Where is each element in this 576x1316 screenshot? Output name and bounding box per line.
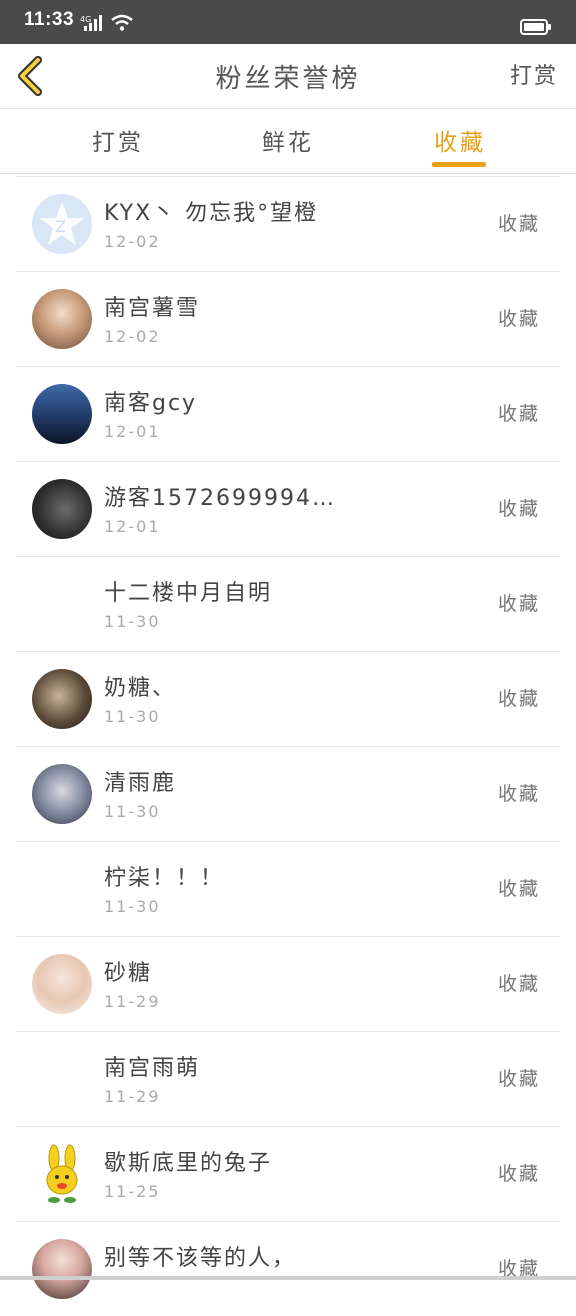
item-action: 收藏 <box>497 308 540 330</box>
user-name: 砂糖 <box>104 961 153 986</box>
list-item[interactable]: 南宫雨萌 11-29 收藏 <box>16 1032 560 1127</box>
item-action: 收藏 <box>497 593 540 615</box>
list-item[interactable]: 清雨鹿 11-30 收藏 <box>16 747 560 842</box>
user-name: 歇斯底里的兔子 <box>104 1151 273 1176</box>
page-title: 粉丝荣誉榜 <box>215 64 361 94</box>
network-type-label: 4G <box>80 15 91 24</box>
avatar <box>32 954 92 1014</box>
status-time: 11:33 <box>24 9 75 30</box>
item-date: 11-30 <box>104 897 161 916</box>
user-name: 南宫薯雪 <box>104 296 201 321</box>
item-date: 12-02 <box>104 232 161 251</box>
user-name: 南客gcy <box>104 391 198 416</box>
qq-default-icon: Z <box>39 202 85 245</box>
item-action: 收藏 <box>497 688 540 710</box>
item-date: 11-30 <box>104 802 161 821</box>
tip-button[interactable]: 打赏 <box>510 58 558 90</box>
user-name: KYX丶 勿忘我°望橙 <box>104 201 319 226</box>
user-name: 清雨鹿 <box>104 771 177 796</box>
user-name: 十二楼中月自明 <box>104 581 273 606</box>
item-action: 收藏 <box>497 1068 540 1090</box>
item-action: 收藏 <box>497 878 540 900</box>
list-item[interactable]: 南宫薯雪 12-02 收藏 <box>16 272 560 367</box>
item-date: 11-29 <box>104 992 161 1011</box>
avatar <box>32 289 92 349</box>
avatar <box>32 479 92 539</box>
list-item[interactable]: 歇斯底里的兔子 11-25 收藏 <box>16 1127 560 1222</box>
avatar: Z <box>32 194 92 254</box>
list-item[interactable]: 南客gcy 12-01 收藏 <box>16 367 560 462</box>
list-item[interactable]: 游客1572699994… 12-01 收藏 <box>16 462 560 557</box>
item-date: 12-01 <box>104 422 161 441</box>
avatar <box>32 669 92 729</box>
item-action: 收藏 <box>497 213 540 235</box>
svg-text:Z: Z <box>55 217 66 236</box>
tab-bar: 打赏 鲜花 收藏 <box>0 109 576 174</box>
list-item[interactable]: 十二楼中月自明 11-30 收藏 <box>16 557 560 652</box>
tab-tip[interactable]: 打赏 <box>58 123 178 157</box>
item-date: 11-30 <box>104 612 161 631</box>
item-date: 12-02 <box>104 327 161 346</box>
cellular-signal-icon: 4G <box>80 15 102 31</box>
user-name: 别等不该等的人， <box>104 1246 297 1271</box>
bunny-icon <box>46 1144 78 1203</box>
status-bar: 11:33 4G <box>0 0 576 44</box>
item-date: 11-29 <box>104 1087 161 1106</box>
avatar <box>32 764 92 824</box>
tab-favorites[interactable]: 收藏 <box>400 123 520 157</box>
item-action: 收藏 <box>497 403 540 425</box>
list-item[interactable]: 砂糖 11-29 收藏 <box>16 937 560 1032</box>
user-name: 游客1572699994… <box>104 486 336 511</box>
item-action: 收藏 <box>497 498 540 520</box>
item-action: 收藏 <box>497 1163 540 1185</box>
item-action: 收藏 <box>497 783 540 805</box>
title-bar: 粉丝荣誉榜 打赏 <box>0 44 576 109</box>
item-action: 收藏 <box>497 973 540 995</box>
battery-icon <box>520 19 551 35</box>
list-item[interactable]: 别等不该等的人， 收藏 <box>16 1222 560 1316</box>
bottom-edge <box>0 1276 576 1280</box>
list-item[interactable]: Z KYX丶 勿忘我°望橙 12-02 收藏 <box>16 177 560 272</box>
item-date: 12-01 <box>104 517 161 536</box>
tab-flowers[interactable]: 鲜花 <box>228 123 348 157</box>
user-name: 南宫雨萌 <box>104 1056 201 1081</box>
avatar <box>32 1144 92 1204</box>
user-name: 柠柒！！！ <box>104 866 225 891</box>
user-name: 奶糖、 <box>104 676 177 701</box>
item-date: 11-30 <box>104 707 161 726</box>
list-item[interactable]: 柠柒！！！ 11-30 收藏 <box>16 842 560 937</box>
avatar <box>32 384 92 444</box>
active-tab-indicator <box>432 162 486 167</box>
wifi-icon <box>111 14 133 31</box>
avatar <box>32 1239 92 1299</box>
list-item[interactable]: 奶糖、 11-30 收藏 <box>16 652 560 747</box>
item-date: 11-25 <box>104 1182 161 1201</box>
